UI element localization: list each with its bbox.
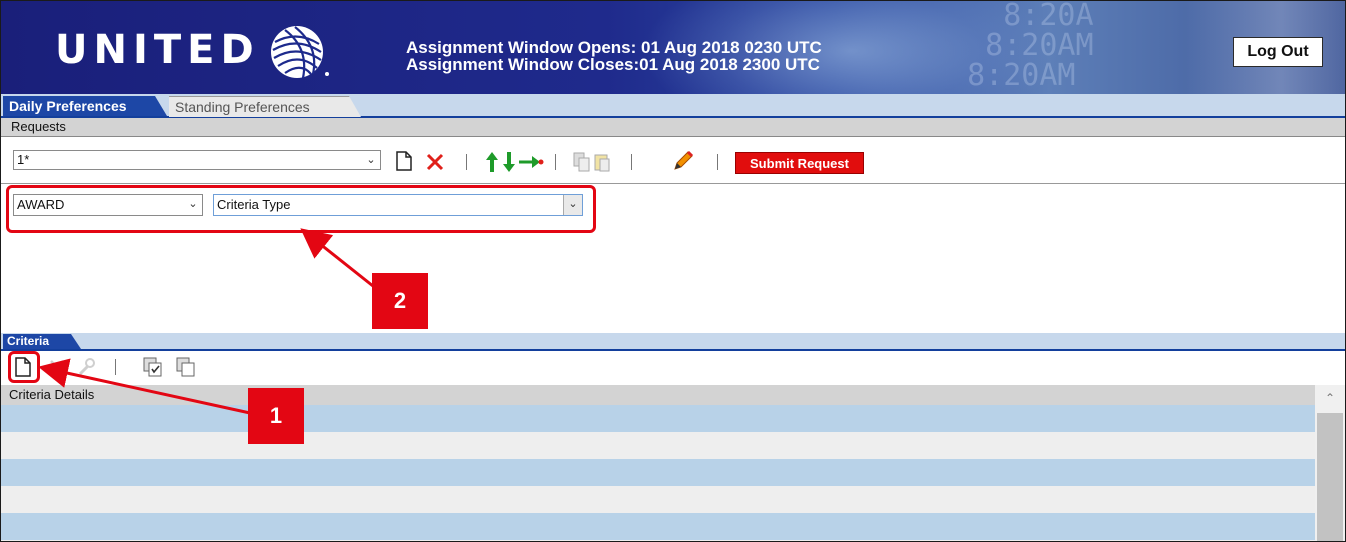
app-window: 8:20A 8:20AM 8:20AM UNITED Assignment Wi…	[0, 0, 1346, 542]
move-right-icon[interactable]	[518, 155, 544, 169]
list-item[interactable]	[1, 513, 1315, 540]
move-up-icon[interactable]	[485, 151, 499, 173]
list-item[interactable]	[1, 432, 1315, 459]
move-down-icon[interactable]	[502, 151, 516, 173]
scroll-up-icon[interactable]: ⌃	[1315, 385, 1345, 411]
toolbar-separator	[115, 359, 116, 375]
callout-number-2: 2	[372, 273, 428, 329]
callout-number-1: 1	[248, 388, 304, 444]
requests-section-label: Requests	[1, 118, 1345, 137]
united-logo-text: UNITED	[55, 27, 260, 73]
paste-icon[interactable]	[593, 152, 611, 172]
new-document-icon[interactable]	[395, 151, 413, 171]
chevron-down-icon: ⌄	[366, 154, 376, 166]
toolbar-separator	[717, 154, 718, 170]
preferences-tab-strip: Daily Preferences Standing Preferences	[1, 94, 1345, 118]
criteria-toolbar	[1, 351, 1345, 385]
criteria-tab-strip: Criteria	[1, 333, 1345, 351]
window-closes-text: Assignment Window Closes:01 Aug 2018 230…	[406, 55, 820, 74]
criteria-details-list	[1, 405, 1315, 541]
criteria-scrollbar[interactable]: ⌃	[1315, 385, 1345, 541]
edit-pencil-icon[interactable]	[671, 149, 695, 173]
submit-request-button[interactable]: Submit Request	[735, 152, 864, 174]
copy-criteria-icon[interactable]	[143, 357, 163, 377]
window-opens-text: Assignment Window Opens: 01 Aug 2018 023…	[406, 38, 822, 57]
tab-daily-preferences[interactable]: Daily Preferences	[3, 96, 167, 116]
request-select[interactable]: 1* ⌄	[13, 150, 381, 170]
list-item[interactable]	[1, 459, 1315, 486]
toolbar-separator	[555, 154, 556, 170]
toolbar-separator	[466, 154, 467, 170]
copy-icon[interactable]	[573, 152, 591, 172]
list-item[interactable]	[1, 486, 1315, 513]
united-globe-icon	[271, 26, 329, 79]
delete-criteria-icon[interactable]	[49, 359, 65, 375]
tab-criteria[interactable]: Criteria	[3, 334, 81, 349]
callout-highlight-new-criteria	[8, 351, 40, 383]
criteria-details-header: Criteria Details	[1, 385, 1315, 405]
logout-button[interactable]: Log Out	[1233, 37, 1323, 67]
callout-highlight-criteria-selectors	[6, 185, 596, 233]
toolbar-separator	[631, 154, 632, 170]
scroll-thumb[interactable]	[1317, 413, 1343, 541]
assignment-window-info: Assignment Window Opens: 01 Aug 2018 023…	[406, 39, 822, 73]
list-item[interactable]	[1, 405, 1315, 432]
duplicate-icon[interactable]	[176, 357, 196, 377]
header-banner: 8:20A 8:20AM 8:20AM UNITED Assignment Wi…	[1, 1, 1345, 94]
request-select-value: 1*	[17, 152, 30, 167]
settings-icon[interactable]	[77, 357, 95, 377]
delete-icon[interactable]	[425, 152, 445, 172]
tab-standing-preferences[interactable]: Standing Preferences	[169, 96, 361, 117]
